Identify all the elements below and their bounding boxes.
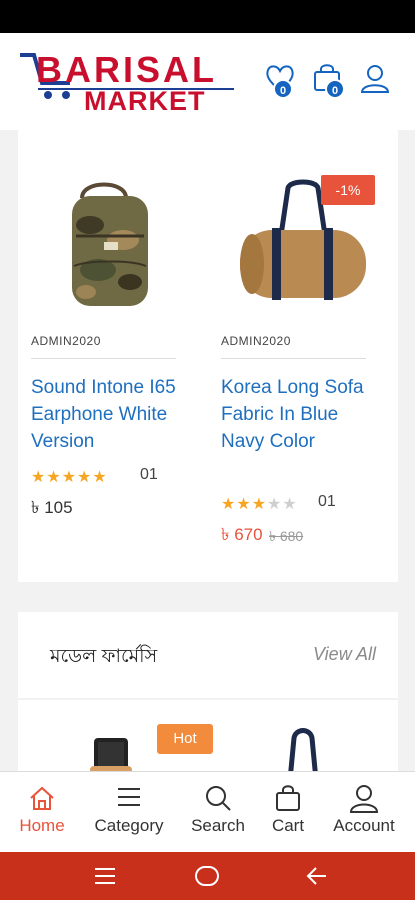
recent-apps-icon[interactable] (94, 866, 116, 886)
cart-icon (276, 785, 300, 811)
view-all-link[interactable]: View All (313, 644, 376, 665)
old-price: ৳ 680 (269, 528, 304, 544)
user-icon (360, 65, 390, 93)
nav-category-label: Category (94, 816, 164, 835)
discount-badge: -1% (321, 175, 375, 205)
nav-cart-label: Cart (271, 816, 305, 835)
system-navigation-bar (0, 852, 415, 900)
price: ৳ 105 (31, 498, 73, 517)
cart-button[interactable]: 0 (311, 63, 347, 101)
product-item[interactable]: -1% ADMIN2020 Korea Long Sofa Fabric In … (218, 170, 388, 560)
nav-cart[interactable]: Cart (262, 772, 314, 853)
status-bar (0, 0, 415, 33)
review-count: 01 (140, 466, 158, 483)
review-count: 01 (318, 493, 336, 510)
vendor-name: ADMIN2020 (221, 334, 291, 348)
nav-search[interactable]: Search (184, 772, 252, 853)
divider (221, 358, 366, 359)
bottom-navigation: Home Category Search Cart Account (0, 771, 415, 852)
product-item[interactable]: ADMIN2020 Sound Intone I65 Earphone Whit… (28, 170, 198, 560)
app-header: BARISAL MARKET 0 0 (0, 33, 415, 130)
nav-account[interactable]: Account (324, 772, 404, 853)
home-system-icon[interactable] (194, 865, 220, 887)
product-name-link[interactable]: Sound Intone I65 Earphone White Version (31, 374, 181, 455)
menu-icon (118, 788, 140, 806)
cart-count-badge: 0 (325, 79, 345, 99)
product-grid-card: ADMIN2020 Sound Intone I65 Earphone Whit… (18, 130, 398, 582)
section-product-card: Hot (18, 700, 398, 780)
divider (31, 358, 176, 359)
search-icon (206, 786, 231, 811)
wishlist-button[interactable]: 0 (264, 63, 300, 101)
nav-home-label: Home (19, 816, 65, 835)
logo-text-bottom: MARKET (84, 86, 206, 116)
hot-badge: Hot (157, 724, 213, 754)
back-icon[interactable] (306, 866, 328, 886)
sale-price: ৳ 670 (221, 525, 263, 544)
account-header-button[interactable] (359, 63, 395, 101)
section-title: মডেল ফার্মেসি (50, 646, 158, 667)
account-icon (349, 785, 379, 813)
rating-stars: ★★★★★ (31, 469, 108, 486)
product-name-link[interactable]: Korea Long Sofa Fabric In Blue Navy Colo… (221, 374, 371, 455)
wishlist-count-badge: 0 (273, 79, 293, 99)
backpack-image (72, 182, 148, 306)
nav-account-label: Account (333, 816, 395, 835)
rating-stars: ★★★★★ (221, 496, 298, 513)
nav-home[interactable]: Home (8, 772, 76, 853)
nav-search-label: Search (191, 816, 245, 835)
home-icon (30, 786, 54, 810)
nav-category[interactable]: Category (84, 772, 174, 853)
vendor-name: ADMIN2020 (31, 334, 101, 348)
logo-text-top: BARISAL (36, 49, 217, 90)
logo[interactable]: BARISAL MARKET (18, 51, 236, 115)
